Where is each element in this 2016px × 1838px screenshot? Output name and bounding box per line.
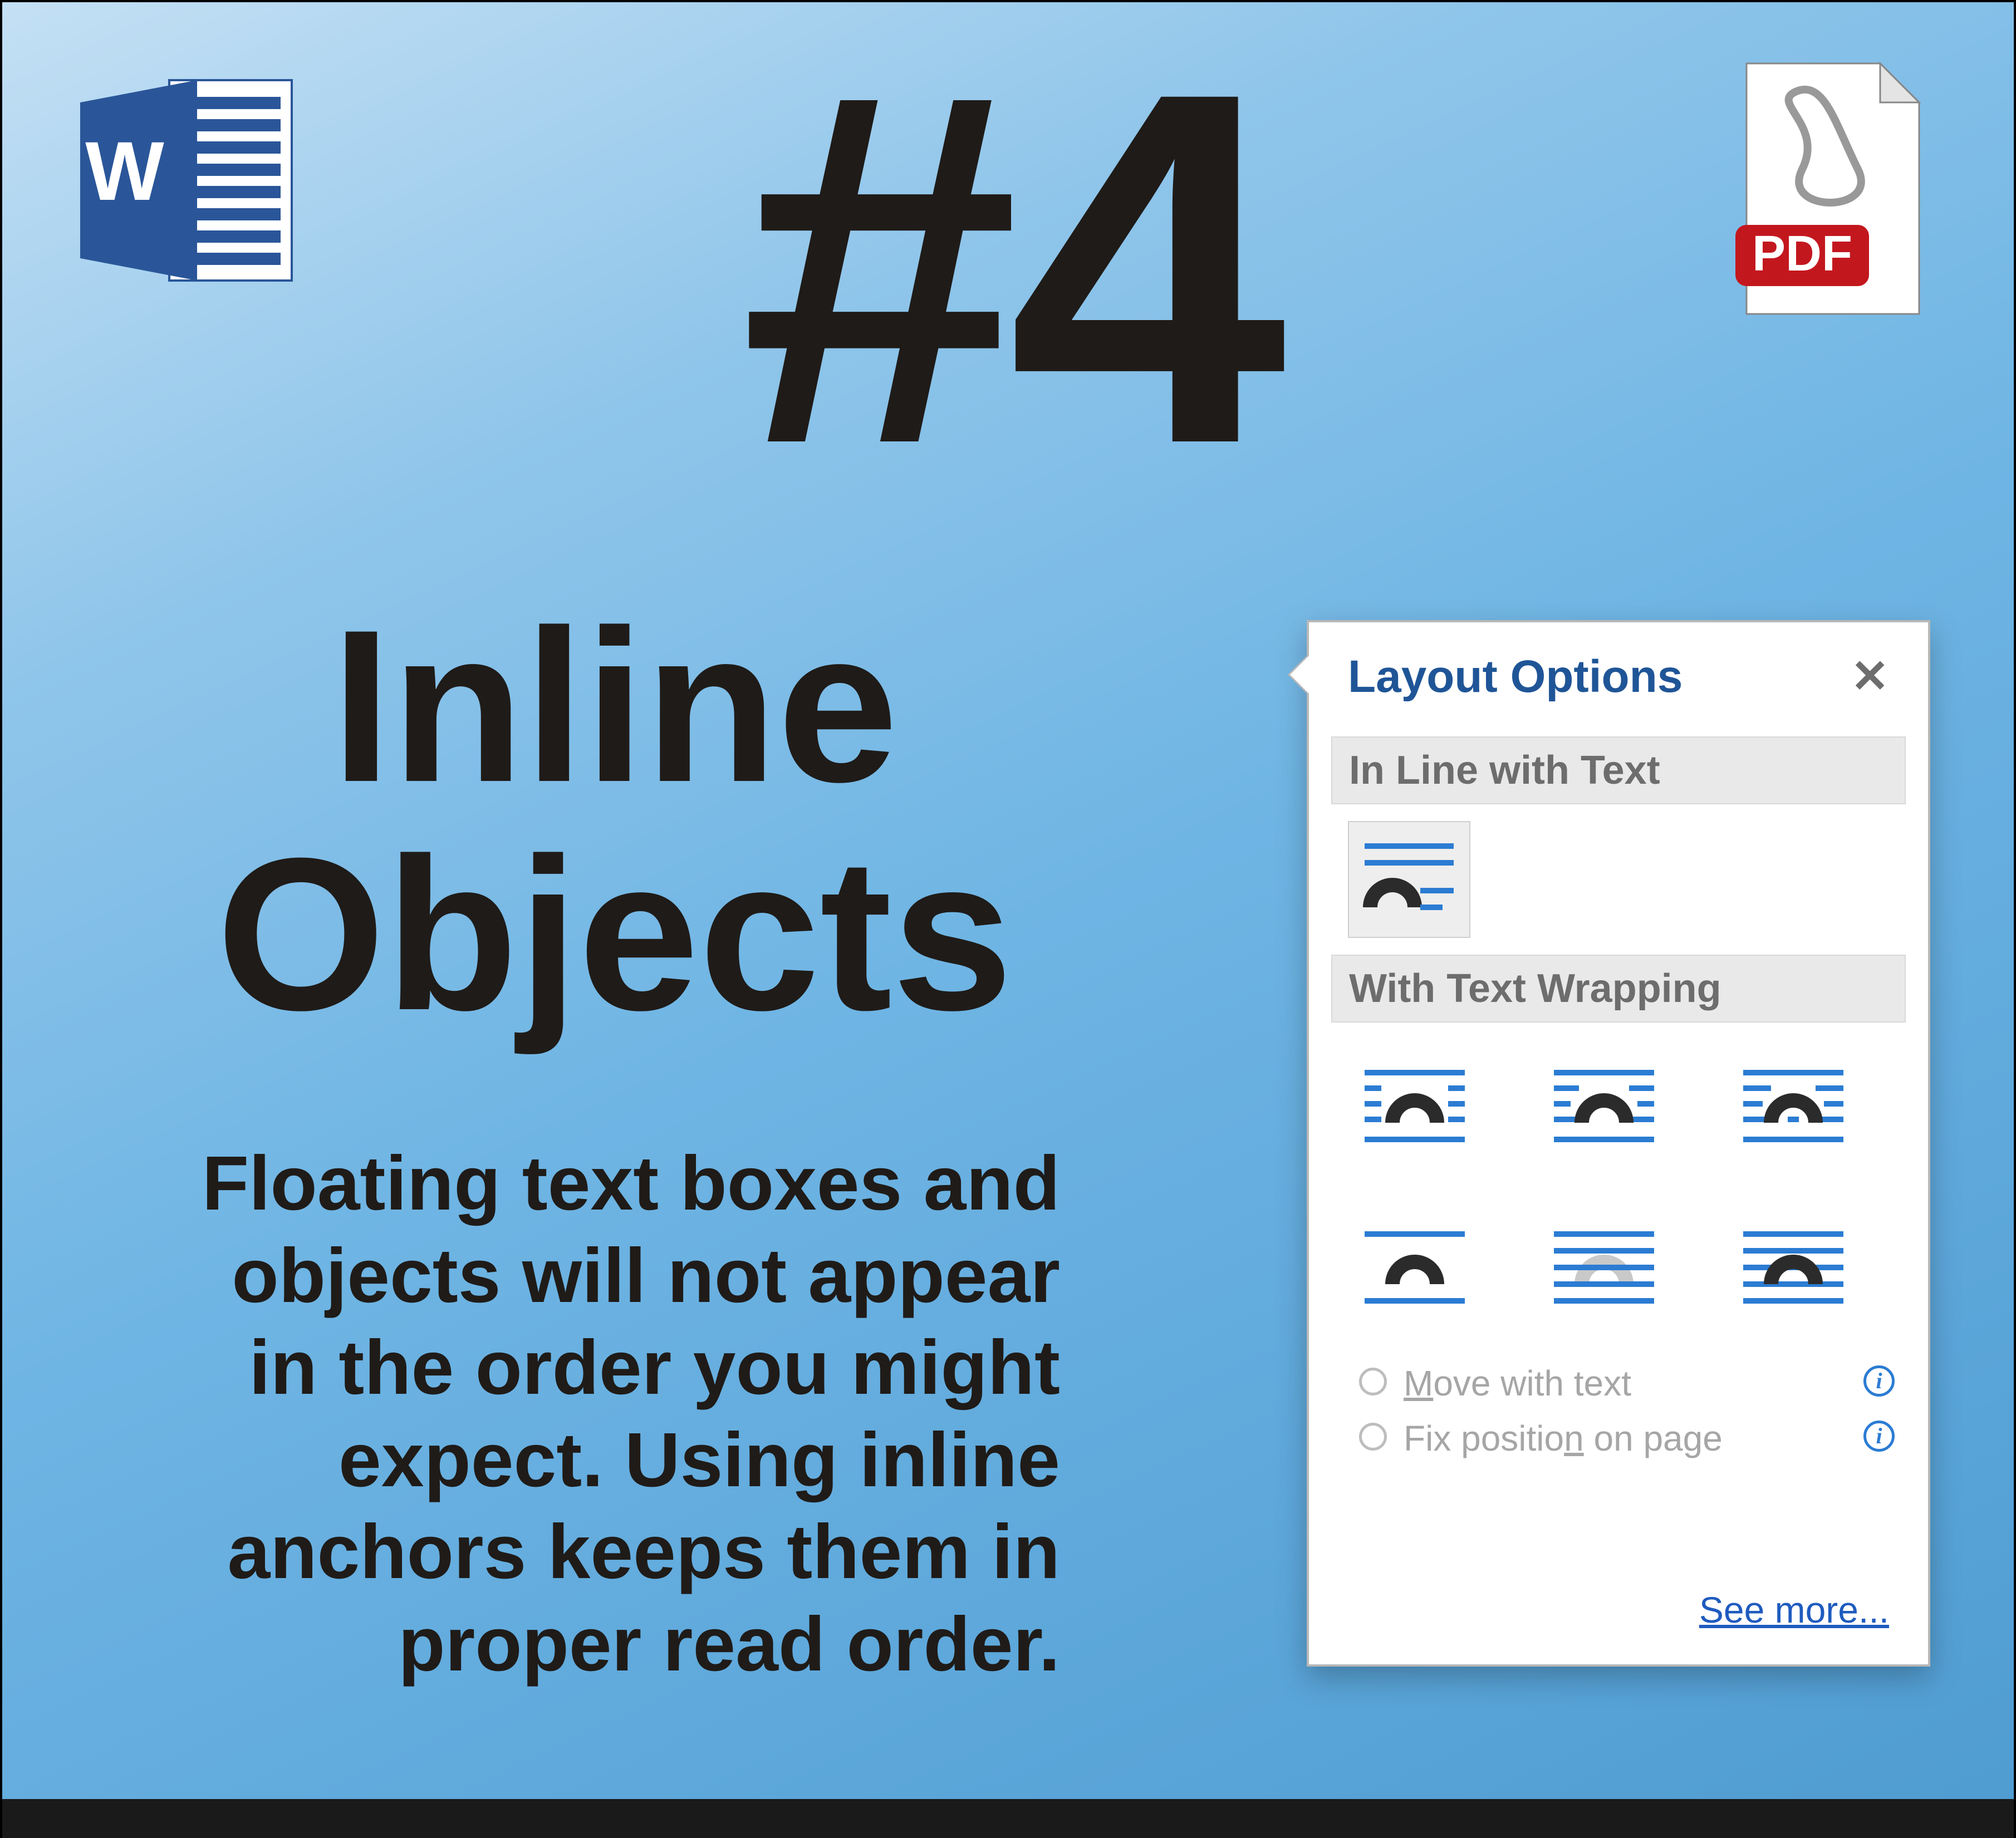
wrap-option-tight[interactable] bbox=[1543, 1050, 1665, 1162]
radio-fix-position[interactable]: Fix position on page i bbox=[1359, 1417, 1895, 1460]
tip-number: #4 bbox=[2, 0, 2014, 556]
wrap-option-through[interactable] bbox=[1732, 1050, 1855, 1162]
info-icon[interactable]: i bbox=[1863, 1421, 1895, 1452]
wrap-option-in-front-of-text[interactable] bbox=[1732, 1212, 1855, 1323]
radio-icon bbox=[1359, 1423, 1387, 1451]
wrap-through-icon bbox=[1738, 1061, 1849, 1151]
wrap-option-square[interactable] bbox=[1353, 1050, 1476, 1162]
tip-description: Floating text boxes and objects will not… bbox=[169, 1138, 1060, 1691]
layout-options-title: Layout Options bbox=[1348, 651, 1683, 703]
wrap-option-behind-text[interactable] bbox=[1543, 1212, 1665, 1323]
wrap-tight-icon bbox=[1548, 1061, 1660, 1151]
section-inline-with-text: In Line with Text bbox=[1331, 736, 1906, 804]
close-icon[interactable]: ✕ bbox=[1851, 650, 1889, 703]
section-with-text-wrapping: With Text Wrapping bbox=[1331, 955, 1906, 1023]
radio-move-label: Move with text bbox=[1404, 1362, 1847, 1405]
wrap-top-bottom-icon bbox=[1359, 1223, 1470, 1312]
bottom-bar bbox=[2, 1799, 2014, 1838]
radio-move-with-text[interactable]: Move with text i bbox=[1359, 1362, 1895, 1405]
wrap-front-text-icon bbox=[1738, 1223, 1849, 1312]
layout-options-panel: Layout Options ✕ In Line with Text With … bbox=[1307, 620, 1930, 1667]
wrap-option-top-bottom[interactable] bbox=[1353, 1212, 1476, 1323]
panel-callout-notch bbox=[1290, 656, 1309, 694]
radio-fix-label: Fix position on page bbox=[1404, 1417, 1847, 1460]
info-icon[interactable]: i bbox=[1863, 1365, 1895, 1397]
radio-icon bbox=[1359, 1368, 1387, 1395]
inline-with-text-option[interactable] bbox=[1348, 821, 1470, 938]
wrap-behind-text-icon bbox=[1548, 1223, 1660, 1312]
inline-with-text-icon bbox=[1359, 835, 1459, 924]
tip-title: Inline Objects bbox=[169, 592, 1060, 1048]
see-more-link[interactable]: See more... bbox=[1699, 1589, 1889, 1631]
wrap-square-icon bbox=[1359, 1061, 1470, 1151]
